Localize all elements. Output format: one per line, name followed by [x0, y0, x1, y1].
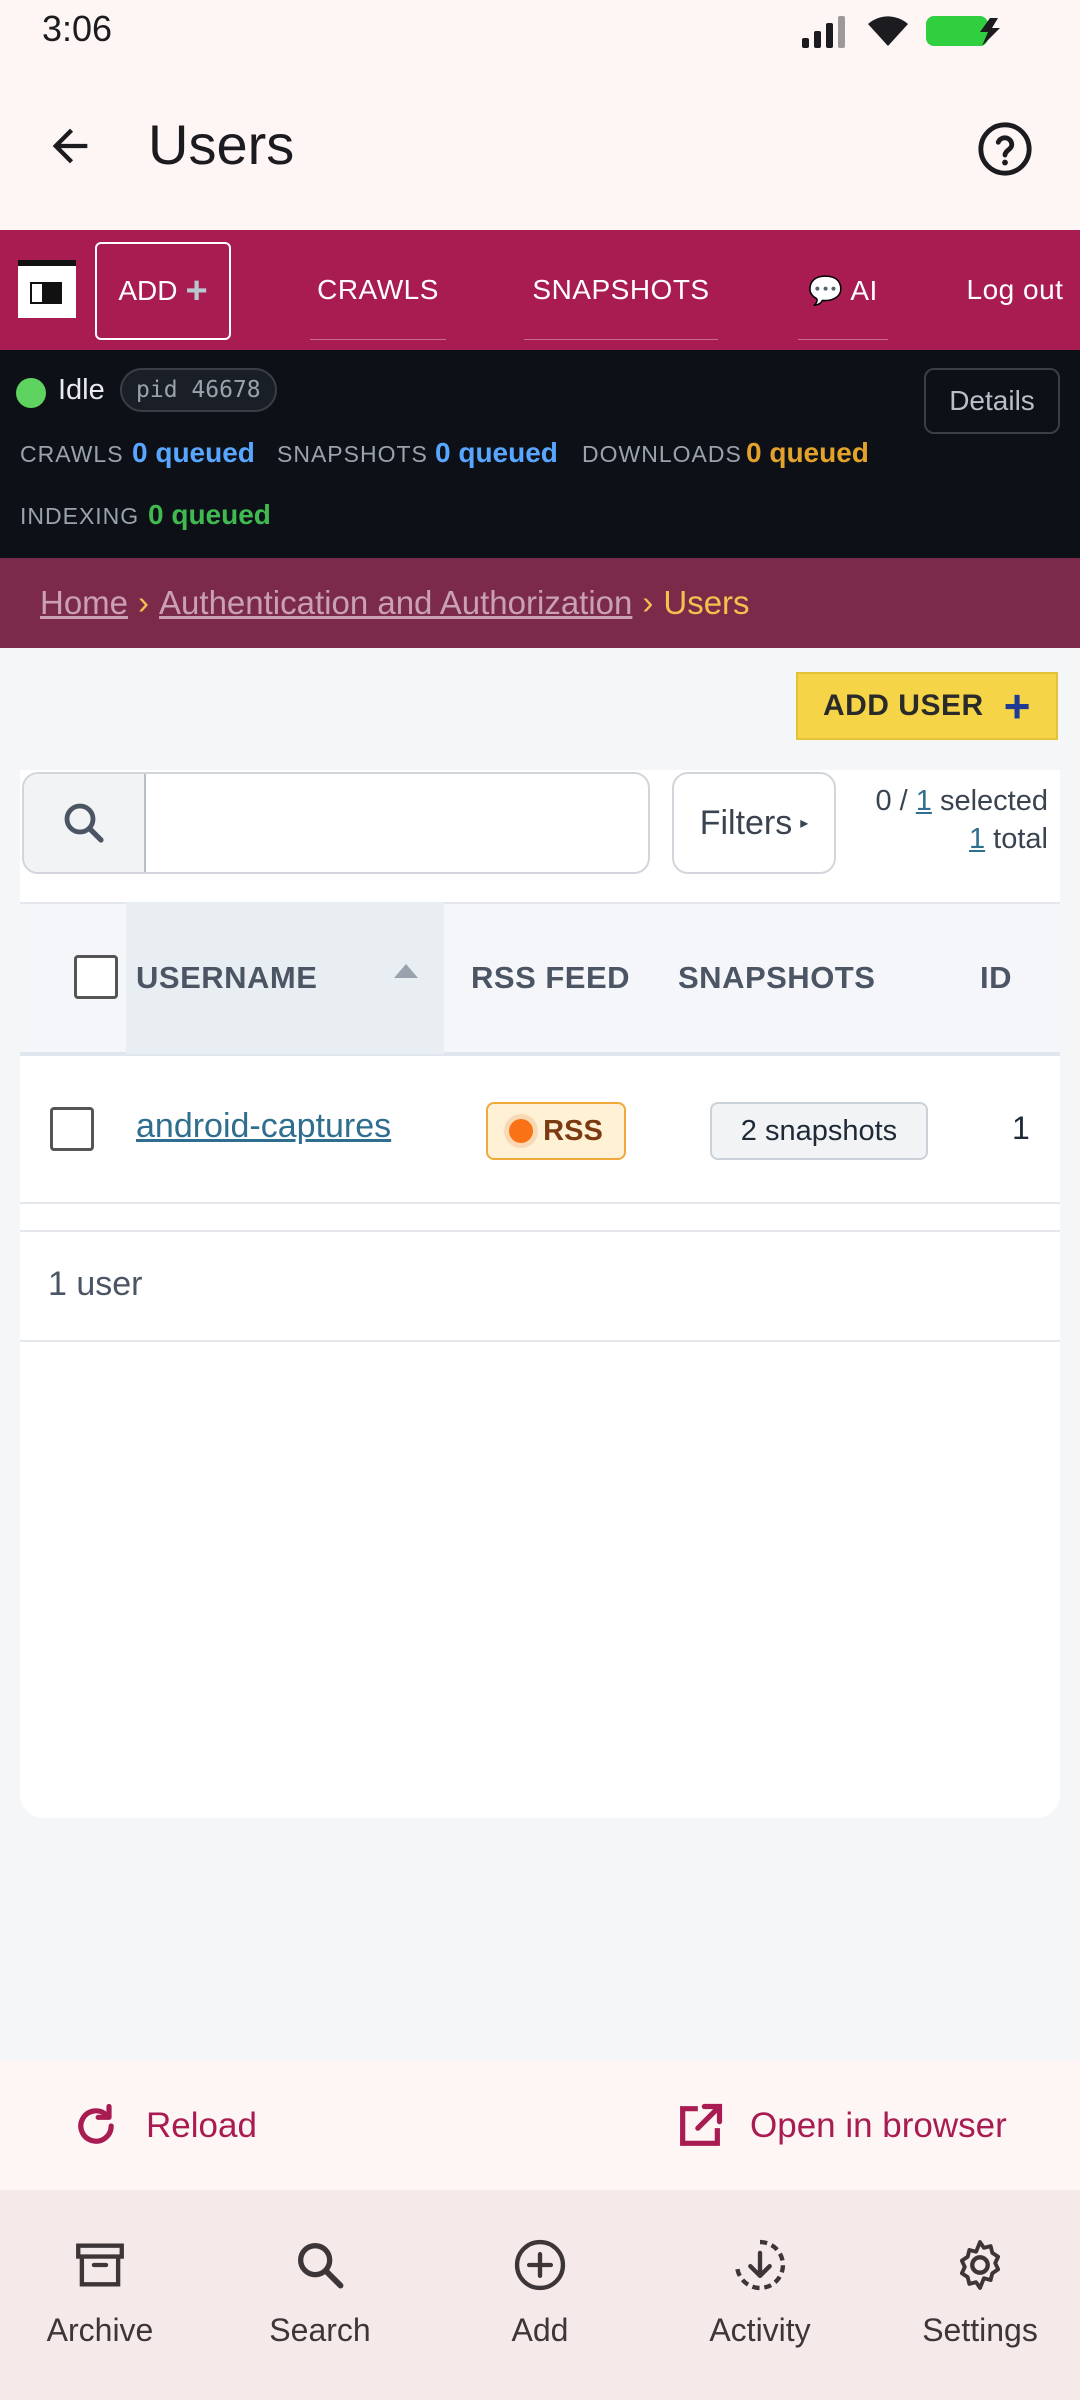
column-header-username[interactable]: USERNAME [136, 960, 317, 996]
breadcrumb: Home › Authentication and Authorization … [0, 558, 1080, 648]
reload-label: Reload [146, 2106, 257, 2145]
add-circle-icon [514, 2239, 566, 2291]
back-arrow-icon[interactable] [44, 120, 96, 172]
column-header-rss-feed[interactable]: RSS FEED [471, 960, 630, 996]
rss-badge-label: RSS [543, 1114, 603, 1147]
column-header-id[interactable]: ID [980, 960, 1012, 996]
selection-counter: 0 / 1 selected 1 total [875, 782, 1048, 858]
nav-underline [310, 339, 446, 340]
queue-value-downloads: 0 queued [746, 437, 869, 468]
select-all-link[interactable]: 1 [916, 785, 932, 817]
row-checkbox[interactable] [50, 1107, 94, 1151]
bottom-nav-search[interactable]: Search [220, 2236, 420, 2349]
battery-charging-icon [926, 16, 1000, 46]
activity-download-icon [734, 2239, 786, 2291]
nav-item-crawls[interactable]: CRAWLS [310, 230, 446, 350]
selection-line: 0 / 1 selected [875, 782, 1048, 820]
total-line: 1 total [875, 820, 1048, 858]
open-external-icon [680, 2103, 723, 2146]
filters-button[interactable]: Filters ▸ [672, 772, 836, 874]
divider [20, 1230, 1060, 1232]
reload-icon [78, 2103, 114, 2144]
nav-item-snapshots[interactable]: SNAPSHOTS [524, 230, 718, 350]
result-count: 1 user [48, 1265, 143, 1303]
search-icon [64, 803, 104, 843]
triangle-right-icon: ▸ [800, 815, 809, 832]
nav-item-snapshots-label: SNAPSHOTS [532, 274, 710, 305]
queue-value-indexing: 0 queued [148, 499, 271, 530]
selection-prefix: 0 / [875, 785, 916, 817]
nav-underline [524, 339, 718, 340]
column-header-snapshots[interactable]: SNAPSHOTS [678, 960, 875, 996]
nav-add-label: ADD [118, 275, 178, 306]
open-in-browser-button[interactable]: Open in browser [674, 2100, 1007, 2152]
gear-icon [959, 2240, 1001, 2290]
bottom-nav-activity-label: Activity [709, 2312, 811, 2348]
breadcrumb-current: Users [663, 584, 750, 621]
filters-label: Filters [699, 803, 793, 842]
bottom-nav-search-label: Search [269, 2312, 371, 2348]
queue-value-crawls: 0 queued [132, 437, 255, 468]
plus-icon: + [1003, 680, 1032, 732]
bottom-nav-archive[interactable]: Archive [0, 2236, 200, 2349]
bottom-nav-add[interactable]: Add [440, 2236, 640, 2349]
queue-value-snapshots: 0 queued [435, 437, 558, 468]
add-user-button[interactable]: ADD USER + [796, 672, 1058, 740]
selection-suffix: selected [931, 785, 1048, 817]
open-in-browser-label: Open in browser [750, 2106, 1007, 2145]
username-link[interactable]: android-captures [136, 1107, 391, 1146]
nav-item-crawls-label: CRAWLS [317, 274, 439, 305]
nav-underline [798, 339, 888, 340]
breadcrumb-auth[interactable]: Authentication and Authorization [159, 584, 632, 622]
select-all-checkbox[interactable] [74, 955, 118, 999]
nav-item-ai[interactable]: 💬 AI [798, 230, 888, 350]
bottom-nav-add-label: Add [511, 2312, 569, 2348]
web-nav: ADD + CRAWLS SNAPSHOTS 💬 AI Log out [0, 230, 1080, 350]
queue-label-snapshots: SNAPSHOTS [277, 441, 428, 467]
queue-label-crawls: CRAWLS [20, 441, 124, 467]
archive-icon [76, 2243, 124, 2287]
search-icon [298, 2243, 344, 2289]
help-icon[interactable] [976, 120, 1034, 178]
nav-item-ai-label: 💬 AI [808, 274, 878, 306]
nav-add-button[interactable]: ADD + [95, 242, 231, 340]
rss-dot-icon [509, 1119, 534, 1143]
total-link[interactable]: 1 [969, 823, 985, 855]
reload-button[interactable]: Reload [70, 2100, 257, 2152]
breadcrumb-separator: › [138, 584, 150, 621]
bottom-nav-settings-label: Settings [922, 2312, 1038, 2348]
bottom-nav-settings[interactable]: Settings [880, 2236, 1080, 2349]
divider [20, 1340, 1060, 1342]
breadcrumb-separator: › [642, 584, 654, 621]
wifi-icon [868, 16, 908, 46]
user-id: 1 [1012, 1110, 1030, 1146]
bottom-nav-activity[interactable]: Activity [660, 2236, 860, 2349]
sort-ascending-icon[interactable] [394, 964, 418, 978]
search-button[interactable] [24, 774, 146, 872]
add-user-label: ADD USER [822, 689, 984, 722]
bottom-nav-archive-label: Archive [46, 2312, 154, 2348]
nav-item-logout-label: Log out [966, 274, 1064, 305]
status-time: 3:06 [42, 8, 113, 49]
search-bar [22, 772, 650, 874]
rss-feed-badge[interactable]: RSS [486, 1102, 626, 1160]
status-bar: 3:06 [0, 0, 1080, 62]
pid-badge: pid 46678 [120, 368, 277, 412]
worker-state: Idle [58, 374, 105, 406]
status-dot-icon [16, 378, 46, 408]
queue-label-downloads: DOWNLOADS [582, 441, 742, 467]
page-title: Users [148, 113, 295, 176]
nav-item-logout[interactable]: Log out [960, 230, 1070, 350]
plus-icon: + [185, 269, 208, 312]
total-suffix: total [985, 823, 1048, 855]
archivebox-logo[interactable] [18, 260, 76, 318]
snapshots-badge[interactable]: 2 snapshots [710, 1102, 928, 1160]
signal-icon [802, 16, 845, 48]
queue-label-indexing: INDEXING [20, 503, 140, 529]
details-button[interactable]: Details [924, 368, 1060, 434]
app-bar: Users [0, 62, 1080, 230]
search-input[interactable] [150, 778, 646, 868]
breadcrumb-home[interactable]: Home [40, 584, 128, 622]
